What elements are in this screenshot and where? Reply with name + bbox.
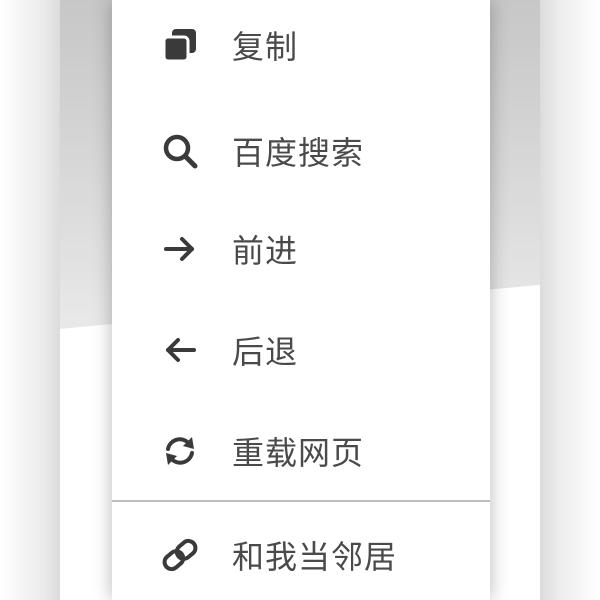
menu-item-forward[interactable]: 前进	[112, 196, 490, 302]
menu-item-label: 前进	[232, 232, 299, 270]
arrow-right-icon	[158, 227, 202, 271]
menu-item-baidu-search[interactable]: 百度搜索	[112, 98, 490, 204]
menu-item-label: 重载网页	[232, 434, 365, 472]
screen: 复制 百度搜索 前进 后退 重载网页 和我当邻居	[0, 0, 600, 600]
menu-item-reload[interactable]: 重载网页	[112, 398, 490, 504]
context-menu: 复制 百度搜索 前进 后退 重载网页 和我当邻居	[112, 0, 490, 600]
search-icon	[158, 129, 202, 173]
arrow-left-icon	[158, 328, 202, 372]
menu-item-back[interactable]: 后退	[112, 297, 490, 403]
copy-icon	[158, 23, 202, 67]
link-icon	[158, 533, 202, 577]
reload-icon	[158, 429, 202, 473]
left-edge-shade	[0, 0, 60, 600]
menu-item-label: 后退	[232, 333, 299, 371]
menu-item-copy[interactable]: 复制	[112, 0, 490, 98]
right-edge-shade	[540, 0, 600, 600]
menu-item-label: 复制	[232, 28, 299, 66]
menu-item-label: 和我当邻居	[232, 538, 398, 576]
menu-item-be-my-neighbor[interactable]: 和我当邻居	[112, 502, 490, 600]
menu-item-label: 百度搜索	[232, 134, 365, 172]
